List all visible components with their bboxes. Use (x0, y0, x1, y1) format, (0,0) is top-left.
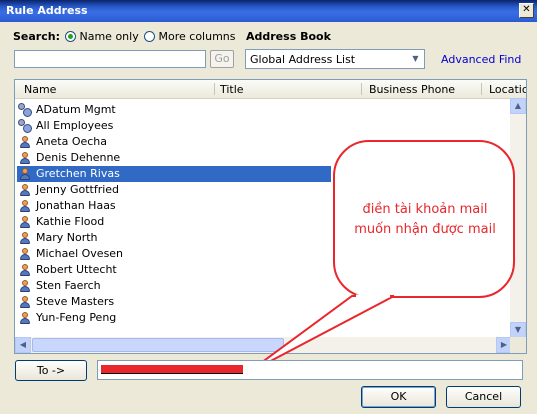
contact-row[interactable]: Jonathan Haas (17, 198, 331, 214)
scroll-down-icon[interactable]: ▼ (510, 322, 526, 338)
radio-name-only-label: Name only (79, 30, 139, 43)
chevron-down-icon[interactable]: ▼ (407, 50, 424, 68)
person-icon (18, 295, 32, 309)
contact-name: Sten Faerch (36, 279, 101, 292)
contact-row[interactable]: Robert Uttecht (17, 262, 331, 278)
person-icon (18, 247, 32, 261)
contact-name: Aneta Oecha (36, 135, 108, 148)
contact-row[interactable]: Steve Masters (17, 294, 331, 310)
column-divider[interactable] (481, 83, 482, 95)
redacted-recipient (101, 365, 243, 374)
person-icon (18, 263, 32, 277)
radio-unselected-icon (144, 31, 155, 42)
search-label: Search: (13, 30, 60, 43)
address-book-value: Global Address List (250, 53, 356, 66)
contact-name: Steve Masters (36, 295, 115, 308)
contact-row[interactable]: Sten Faerch (17, 278, 331, 294)
contact-rows: ADatum Mgmt All Employees Aneta Oecha Denis… (17, 102, 331, 326)
person-icon (18, 183, 32, 197)
title-bar: Rule Address ✕ (0, 0, 537, 22)
annotation-text: điền tài khoản mail muốn nhận được mail (343, 200, 507, 240)
radio-more-columns[interactable]: More columns (144, 30, 236, 43)
contact-name: ADatum Mgmt (36, 103, 116, 116)
contact-name: Jonathan Haas (36, 199, 116, 212)
close-button[interactable]: ✕ (519, 3, 534, 18)
radio-more-columns-label: More columns (158, 30, 236, 43)
horizontal-scroll-thumb[interactable] (32, 338, 284, 352)
person-icon (18, 135, 32, 149)
address-book-label: Address Book (246, 30, 331, 43)
go-button[interactable]: Go (210, 50, 234, 68)
person-icon (18, 279, 32, 293)
contact-row[interactable]: Michael Ovesen (17, 246, 331, 262)
ok-button[interactable]: OK (361, 386, 436, 408)
close-icon: ✕ (522, 4, 531, 15)
person-icon (18, 231, 32, 245)
contact-name: Gretchen Rivas (36, 167, 120, 180)
window-title: Rule Address (6, 4, 88, 17)
contact-name: Mary North (36, 231, 98, 244)
scroll-up-icon[interactable]: ▲ (510, 98, 526, 114)
contact-name: Robert Uttecht (36, 263, 117, 276)
column-header-location[interactable]: Locatio (489, 83, 526, 96)
contact-row[interactable]: Gretchen Rivas (17, 166, 331, 182)
contact-name: Yun-Feng Peng (36, 311, 117, 324)
cancel-button[interactable]: Cancel (446, 386, 521, 408)
contact-name: Michael Ovesen (36, 247, 124, 260)
column-divider[interactable] (361, 83, 362, 95)
column-header-name[interactable]: Name (24, 83, 56, 96)
annotation-line-2: muốn nhận được mail (354, 222, 496, 237)
scroll-left-icon[interactable]: ◀ (15, 337, 31, 353)
contact-row[interactable]: Yun-Feng Peng (17, 310, 331, 326)
column-divider[interactable] (214, 83, 215, 95)
person-icon (18, 199, 32, 213)
list-header: Name Title Business Phone Locatio (15, 80, 526, 99)
search-input[interactable] (14, 50, 206, 68)
group-icon (18, 103, 32, 117)
contact-row[interactable]: Kathie Flood (17, 214, 331, 230)
contact-name: All Employees (36, 119, 114, 132)
contact-name: Denis Dehenne (36, 151, 121, 164)
to-button[interactable]: To -> (15, 360, 87, 381)
person-icon (18, 167, 32, 181)
advanced-find-link[interactable]: Advanced Find (441, 53, 521, 66)
contact-row[interactable]: Mary North (17, 230, 331, 246)
person-icon (18, 151, 32, 165)
contact-row[interactable]: Aneta Oecha (17, 134, 331, 150)
to-input[interactable] (97, 360, 523, 380)
contact-row[interactable]: Denis Dehenne (17, 150, 331, 166)
annotation-line-1: điền tài khoản mail (362, 202, 488, 217)
scrollbar-corner (510, 337, 526, 353)
contact-name: Jenny Gottfried (36, 183, 120, 196)
contact-row[interactable]: Jenny Gottfried (17, 182, 331, 198)
column-header-title[interactable]: Title (220, 83, 244, 96)
radio-name-only[interactable]: Name only (65, 30, 139, 43)
person-icon (18, 311, 32, 325)
address-book-select[interactable]: Global Address List ▼ (245, 49, 425, 69)
group-icon (18, 119, 32, 133)
contact-row[interactable]: All Employees (17, 118, 331, 134)
column-header-business-phone[interactable]: Business Phone (369, 83, 455, 96)
horizontal-scrollbar[interactable]: ◀ ▶ (15, 337, 512, 353)
contact-row[interactable]: ADatum Mgmt (17, 102, 331, 118)
contact-name: Kathie Flood (36, 215, 105, 228)
radio-selected-icon (65, 31, 76, 42)
person-icon (18, 215, 32, 229)
